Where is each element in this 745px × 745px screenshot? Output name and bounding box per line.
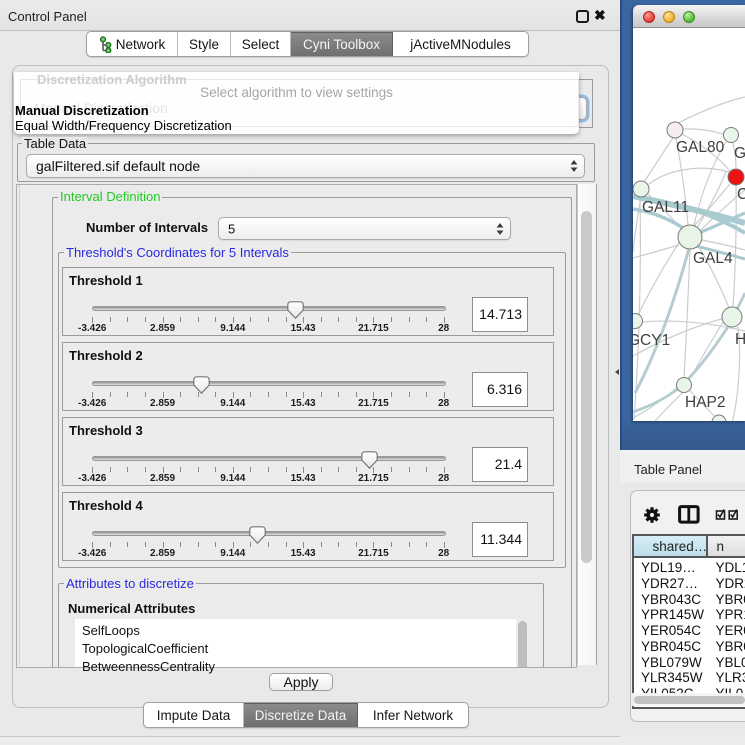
svg-text:GAL11: GAL11 bbox=[642, 199, 689, 216]
svg-text:HAP2: HAP2 bbox=[685, 394, 726, 411]
svg-text:GA: GA bbox=[734, 145, 745, 162]
svg-text:GAL4: GAL4 bbox=[693, 250, 733, 267]
svg-text:GCY1: GCY1 bbox=[633, 332, 670, 349]
svg-text:H: H bbox=[735, 331, 745, 348]
svg-text:GAL80: GAL80 bbox=[676, 139, 725, 156]
svg-text:C: C bbox=[737, 186, 745, 203]
